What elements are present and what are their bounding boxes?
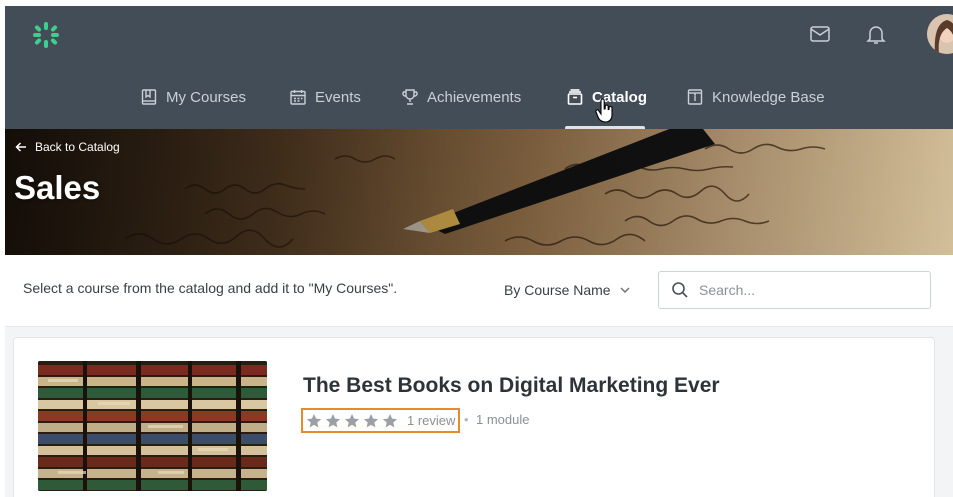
course-title[interactable]: The Best Books on Digital Marketing Ever [303,374,720,398]
page-title: Sales [14,169,101,206]
nav-item-achievements[interactable]: Achievements [401,84,521,110]
logo-text [69,26,199,42]
chevron-down-icon [620,287,630,293]
handwritten-paper-image [5,129,953,255]
nav-label: Knowledge Base [712,88,825,106]
main-nav: My Courses Events Achievements Catalog K… [5,78,953,129]
sort-dropdown[interactable]: By Course Name [504,282,631,298]
star-icon [344,413,360,427]
nav-label: My Courses [166,88,247,106]
course-card[interactable]: The Best Books on Digital Marketing Ever… [13,337,935,497]
course-thumbnail[interactable] [38,361,267,491]
nav-item-knowledge-base[interactable]: Knowledge Base [686,84,825,110]
app-header: My Courses Events Achievements Catalog K… [5,6,953,129]
nav-item-my-courses[interactable]: My Courses [140,84,246,110]
info-book-icon [687,89,703,105]
star-icon [382,413,398,427]
box-icon [567,89,583,105]
book-icon [141,89,157,105]
search-input[interactable] [699,282,909,298]
hand-cursor-icon [595,98,613,123]
module-count: 1 module [476,412,530,427]
category-hero: Back to Catalog Sales [5,129,953,255]
star-icon [306,413,322,427]
star-icon [325,413,341,427]
review-count[interactable]: 1 review [407,413,455,428]
meta-separator: • [464,412,469,427]
back-link-label: Back to Catalog [35,140,120,154]
filter-bar: Select a course from the catalog and add… [5,255,953,327]
arrow-left-icon [15,142,26,152]
mail-icon[interactable] [808,22,832,46]
nav-label: Events [315,88,361,106]
nav-label: Achievements [427,88,522,106]
search-icon [672,282,688,298]
catalog-instructions: Select a course from the catalog and add… [23,280,398,296]
sort-selected-value: By Course Name [504,282,611,298]
nav-item-events[interactable]: Events [289,84,361,110]
logo-icon[interactable] [31,20,61,50]
search-field[interactable] [658,271,931,309]
calendar-icon [290,90,306,105]
avatar[interactable] [927,14,953,54]
course-list: The Best Books on Digital Marketing Ever… [5,327,953,497]
course-rating[interactable]: 1 review [301,408,460,433]
trophy-icon [402,89,418,105]
star-icon [363,413,379,427]
bell-icon[interactable] [864,22,888,46]
stacked-books-image [38,361,267,491]
back-to-catalog-link[interactable]: Back to Catalog [15,140,120,154]
